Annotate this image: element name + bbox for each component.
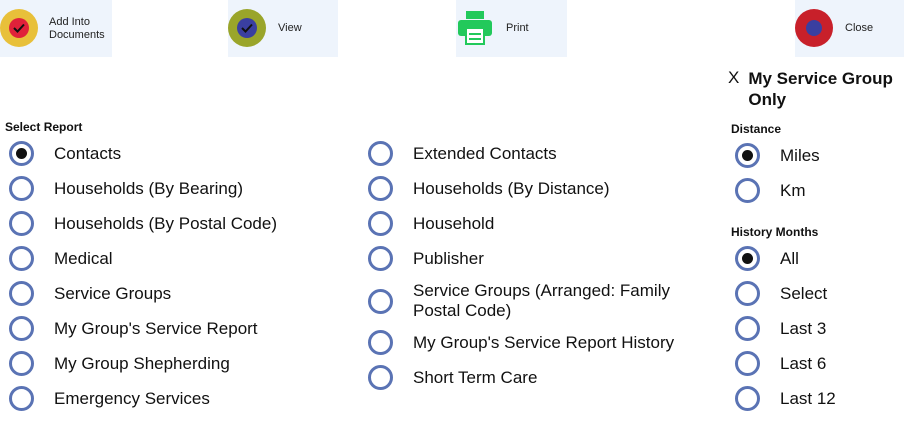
radio-button[interactable]: [735, 316, 760, 341]
radio-button[interactable]: [735, 143, 760, 168]
report-option-medical[interactable]: Medical: [9, 246, 113, 271]
report-option-service-groups-arranged[interactable]: Service Groups (Arranged: Family Postal …: [368, 281, 713, 321]
close-icon: [795, 9, 833, 47]
radio-button[interactable]: [368, 246, 393, 271]
distance-option-miles[interactable]: Miles: [735, 143, 820, 168]
close-button[interactable]: Close: [795, 0, 904, 57]
radio-button[interactable]: [9, 386, 34, 411]
view-label: View: [278, 22, 302, 34]
radio-button[interactable]: [735, 386, 760, 411]
report-option-short-term-care[interactable]: Short Term Care: [368, 365, 537, 390]
history-option-last-3[interactable]: Last 3: [735, 316, 826, 341]
my-service-group-toggle[interactable]: X My Service Group Only: [728, 68, 898, 110]
print-button[interactable]: Print: [456, 0, 567, 57]
add-label-line1: Add Into: [49, 16, 90, 28]
report-option-emergency-services[interactable]: Emergency Services: [9, 386, 210, 411]
add-into-documents-button[interactable]: Add Into Documents: [0, 0, 112, 57]
view-button[interactable]: View: [228, 0, 338, 57]
radio-button[interactable]: [9, 281, 34, 306]
radio-button[interactable]: [735, 246, 760, 271]
radio-button[interactable]: [368, 288, 393, 314]
radio-button[interactable]: [368, 141, 393, 166]
report-option-extended-contacts[interactable]: Extended Contacts: [368, 141, 557, 166]
report-option-households-bearing[interactable]: Households (By Bearing): [9, 176, 243, 201]
close-label: Close: [845, 22, 874, 34]
select-report-label: Select Report: [5, 120, 83, 134]
history-months-label: History Months: [731, 225, 819, 239]
history-option-last-12[interactable]: Last 12: [735, 386, 836, 411]
report-option-household[interactable]: Household: [368, 211, 494, 236]
printer-icon: [456, 10, 494, 51]
history-option-last-6[interactable]: Last 6: [735, 351, 826, 376]
report-option-group-shepherding[interactable]: My Group Shepherding: [9, 351, 230, 376]
report-option-publisher[interactable]: Publisher: [368, 246, 484, 271]
distance-option-km[interactable]: Km: [735, 178, 806, 203]
radio-button[interactable]: [368, 176, 393, 201]
radio-button[interactable]: [9, 316, 34, 341]
radio-button[interactable]: [9, 351, 34, 376]
radio-button[interactable]: [368, 330, 393, 355]
radio-button[interactable]: [9, 246, 34, 271]
radio-button[interactable]: [735, 178, 760, 203]
distance-label: Distance: [731, 122, 782, 136]
report-option-households-postal[interactable]: Households (By Postal Code): [9, 211, 277, 236]
report-option-group-service-report[interactable]: My Group's Service Report: [9, 316, 258, 341]
x-mark: X: [728, 68, 740, 87]
report-option-contacts[interactable]: Contacts: [9, 141, 121, 166]
radio-button[interactable]: [368, 365, 393, 390]
radio-button[interactable]: [9, 211, 34, 236]
checkmark-icon: [0, 9, 38, 47]
report-option-service-groups[interactable]: Service Groups: [9, 281, 171, 306]
history-option-select[interactable]: Select: [735, 281, 827, 306]
radio-button[interactable]: [735, 281, 760, 306]
report-option-group-service-report-history[interactable]: My Group's Service Report History: [368, 330, 674, 355]
add-label-line2: Documents: [49, 29, 105, 41]
radio-button[interactable]: [368, 211, 393, 236]
report-option-households-distance[interactable]: Households (By Distance): [368, 176, 610, 201]
history-option-all[interactable]: All: [735, 246, 799, 271]
radio-button[interactable]: [9, 141, 34, 166]
my-service-group-label: My Service Group Only: [748, 69, 893, 109]
checkmark-icon: [228, 9, 266, 47]
print-label: Print: [506, 22, 529, 34]
radio-button[interactable]: [735, 351, 760, 376]
radio-button[interactable]: [9, 176, 34, 201]
